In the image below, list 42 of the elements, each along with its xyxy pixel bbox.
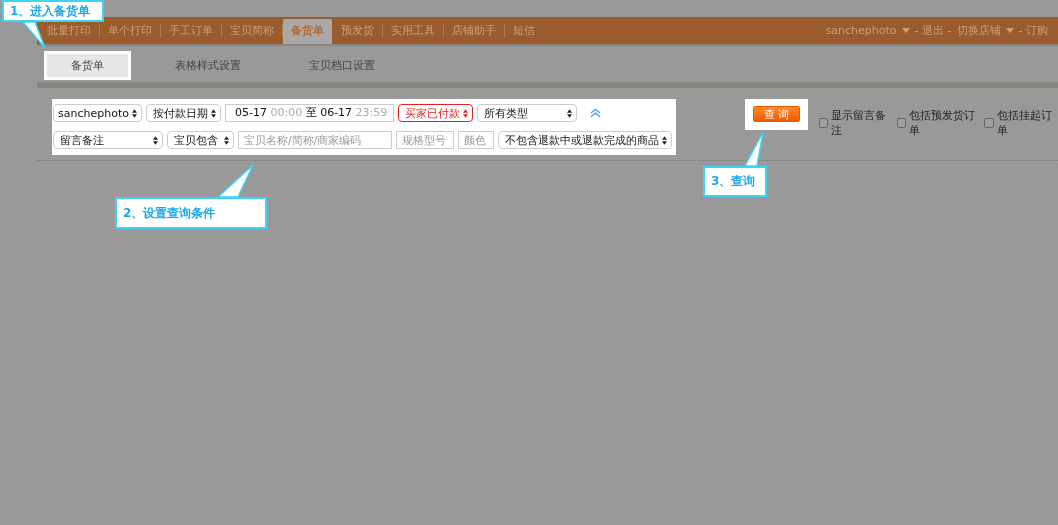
updown-arrow-icon	[224, 135, 229, 145]
updown-arrow-icon	[153, 135, 158, 145]
updown-arrow-icon	[131, 108, 137, 118]
dropdown[interactable]: 所有类型	[477, 104, 578, 122]
user-menu-link[interactable]: - 订购	[1018, 23, 1048, 38]
nav-tab[interactable]: 短信	[505, 24, 543, 38]
dropdown[interactable]: 留言备注	[53, 131, 163, 149]
checkbox-label: 显示留言备注	[831, 108, 888, 138]
dropdown[interactable]: 按付款日期	[145, 104, 221, 122]
user-menu-link[interactable]: - 退出 -	[914, 23, 952, 38]
callout-pointer	[22, 21, 46, 49]
user-menu-link[interactable]: sanchephoto	[825, 24, 897, 37]
input-field[interactable]: 颜色	[458, 131, 494, 149]
query-button[interactable]: 查 询	[753, 106, 800, 122]
nav-tab[interactable]: 单个打印	[100, 24, 161, 38]
user-menu-link[interactable]: 切换店铺	[956, 23, 1001, 38]
checkbox[interactable]	[896, 118, 906, 128]
nav-tab[interactable]: 预发货	[333, 24, 383, 38]
nav-tab[interactable]: 实用工具	[383, 24, 444, 38]
input-field[interactable]: 规格型号	[396, 131, 454, 149]
dropdown[interactable]: 不包含退款中或退款完成的商品	[498, 131, 672, 149]
input-field[interactable]: 宝贝名称/简称/商家编码	[238, 131, 392, 149]
dropdown[interactable]: sanchephoto	[53, 104, 142, 122]
nav-tab[interactable]: 备货单	[283, 19, 332, 44]
checkbox[interactable]	[819, 118, 829, 128]
dropdown[interactable]: 买家已付款	[398, 104, 474, 122]
dropdown[interactable]: 宝贝包含	[167, 131, 234, 149]
updown-arrow-icon	[210, 108, 216, 118]
sub-tab[interactable]: 表格样式设置	[151, 53, 265, 78]
nav-tab[interactable]: 店铺助手	[444, 24, 505, 38]
date-range-field[interactable]: 05-17 00:00 至 06-17 23:59	[224, 104, 395, 122]
updown-arrow-icon	[463, 108, 469, 118]
checkbox-label: 包括挂起订单	[996, 108, 1053, 138]
updown-arrow-icon	[567, 108, 573, 118]
callout-pointer	[745, 132, 765, 168]
sub-tab[interactable]: 备货单	[44, 51, 131, 80]
sub-tab[interactable]: 宝贝档口设置	[285, 53, 399, 78]
collapse-icon[interactable]	[590, 108, 602, 118]
nav-tab[interactable]: 手工订单	[161, 24, 222, 38]
updown-arrow-icon	[662, 135, 667, 145]
checkbox[interactable]	[984, 118, 994, 128]
checkbox-label: 包括预发货订单	[909, 108, 976, 138]
